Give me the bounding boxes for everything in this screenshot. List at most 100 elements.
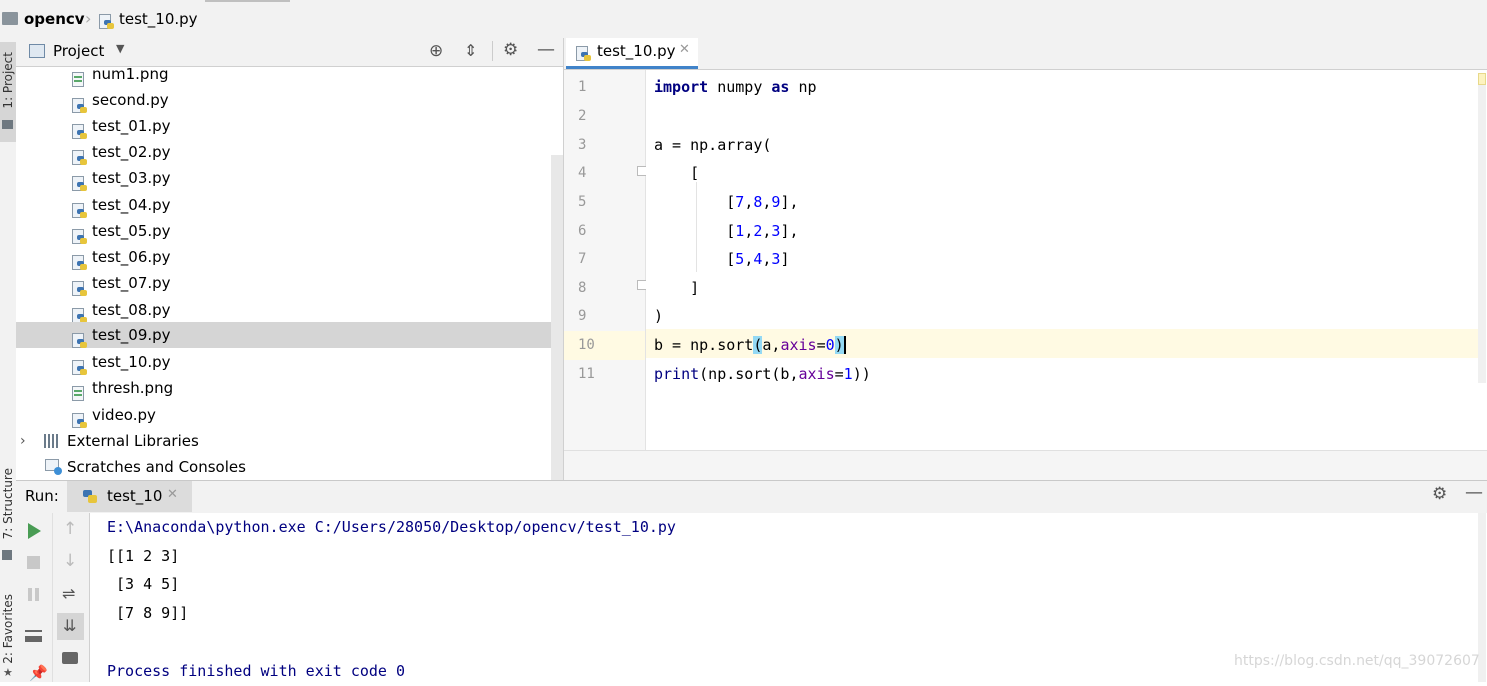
python-file-icon xyxy=(72,149,87,166)
tree-item-test09[interactable]: test_09.py xyxy=(16,322,563,348)
pin-icon[interactable]: 📌 xyxy=(29,664,48,682)
down-arrow-icon[interactable]: ↓ xyxy=(63,551,77,571)
tree-item-test01[interactable]: test_01.py xyxy=(16,113,563,139)
code-line-7: [5,4,3] xyxy=(654,250,790,268)
python-file-icon xyxy=(72,175,87,192)
code-line-5: [7,8,9], xyxy=(654,193,799,211)
gear-icon[interactable]: ⚙ xyxy=(503,40,518,60)
python-file-icon xyxy=(72,412,87,429)
run-tab-test10[interactable]: test_10 ✕ xyxy=(67,481,192,512)
tree-item-label: test_09.py xyxy=(92,326,171,344)
structure-icon xyxy=(2,550,12,560)
tree-item-label: test_05.py xyxy=(92,222,171,240)
image-file-icon xyxy=(72,71,85,88)
layout-icon[interactable] xyxy=(25,630,42,642)
code-line-3: a = np.array( xyxy=(654,136,772,154)
tree-item-label: test_04.py xyxy=(92,196,171,214)
chevron-right-icon[interactable]: › xyxy=(20,428,26,454)
console-output[interactable]: E:\Anaconda\python.exe C:/Users/28050/De… xyxy=(90,513,1487,682)
editor-bottom-area xyxy=(564,450,1487,481)
console-line: [7 8 9]] xyxy=(107,604,189,622)
tree-item-test08[interactable]: test_08.py xyxy=(16,297,563,323)
left-tool-window-strip: 1: Project 7: Structure 2: Favorites ★ xyxy=(0,38,17,682)
python-file-icon xyxy=(72,359,87,376)
code-line-11: print(np.sort(b,axis=1)) xyxy=(654,365,871,383)
pause-icon-bar xyxy=(35,588,39,601)
tree-item-scratches[interactable]: Scratches and Consoles xyxy=(16,454,563,480)
tree-item-second[interactable]: second.py xyxy=(16,87,563,113)
tree-item-test07[interactable]: test_07.py xyxy=(16,270,563,296)
close-icon[interactable]: ✕ xyxy=(679,42,690,57)
tree-item-thresh[interactable]: thresh.png xyxy=(16,375,563,401)
pause-icon[interactable] xyxy=(28,588,32,601)
tree-item-external-libraries[interactable]: › External Libraries xyxy=(16,428,563,454)
inspection-status-icon[interactable] xyxy=(1478,73,1486,85)
tree-item-num1[interactable]: num1.png xyxy=(16,67,563,87)
structure-tool-tab[interactable]: 7: Structure xyxy=(1,468,15,539)
project-tool-tab[interactable]: 1: Project xyxy=(0,42,16,142)
tree-item-label: test_01.py xyxy=(92,117,171,135)
breadcrumb-project[interactable]: opencv xyxy=(24,10,85,28)
divider xyxy=(492,41,493,61)
scroll-to-end-toggle[interactable]: ⇊ xyxy=(57,613,84,640)
python-file-icon xyxy=(72,123,87,140)
minimize-icon[interactable]: — xyxy=(537,39,555,60)
tree-item-test04[interactable]: test_04.py xyxy=(16,192,563,218)
project-tool-label: 1: Project xyxy=(1,52,15,109)
tree-item-label: num1.png xyxy=(92,67,169,83)
editor-tab-test10[interactable]: test_10.py ✕ xyxy=(566,38,698,69)
python-file-icon xyxy=(72,202,87,219)
tree-item-label: test_03.py xyxy=(92,169,171,187)
code-editor[interactable]: import numpy as np a = np.array( [ [7,8,… xyxy=(646,70,1487,450)
favorites-tool-tab[interactable]: 2: Favorites xyxy=(1,594,15,664)
python-icon xyxy=(83,489,97,506)
toolbar-divider xyxy=(205,0,290,2)
python-file-icon xyxy=(72,280,87,297)
soft-wrap-icon[interactable]: ⇌ xyxy=(62,584,75,603)
code-line-9: ) xyxy=(654,307,664,325)
tree-item-test06[interactable]: test_06.py xyxy=(16,244,563,270)
project-panel-header: Project ▼ ⊕ ⇕ ⚙ — xyxy=(16,38,563,67)
library-icon xyxy=(44,434,60,448)
close-icon[interactable]: ✕ xyxy=(167,487,178,502)
minimize-icon[interactable]: — xyxy=(1465,482,1483,503)
console-line: [[1 2 3] xyxy=(107,547,180,565)
project-tree: num1.png second.py test_01.py test_02.py… xyxy=(16,67,563,480)
tree-scrollbar[interactable] xyxy=(551,155,563,480)
tree-item-test05[interactable]: test_05.py xyxy=(16,218,563,244)
tree-item-video[interactable]: video.py xyxy=(16,402,563,428)
tree-item-test03[interactable]: test_03.py xyxy=(16,165,563,191)
editor-scrollbar[interactable] xyxy=(1478,73,1486,383)
line-number: 4 xyxy=(578,165,587,181)
rerun-icon[interactable] xyxy=(28,523,41,539)
tree-item-test02[interactable]: test_02.py xyxy=(16,139,563,165)
stop-icon[interactable] xyxy=(27,556,40,569)
line-number: 3 xyxy=(578,137,587,153)
run-panel-header: Run: test_10 ✕ ⚙ — xyxy=(16,480,1487,514)
print-icon[interactable] xyxy=(62,652,78,664)
python-file-icon xyxy=(72,332,87,349)
locate-file-icon[interactable]: ⊕ xyxy=(429,41,443,61)
tree-item-test10[interactable]: test_10.py xyxy=(16,349,563,375)
collapse-all-icon[interactable]: ⇕ xyxy=(464,41,477,60)
line-number: 8 xyxy=(578,280,587,296)
line-number: 2 xyxy=(578,108,587,124)
code-line-8: ] xyxy=(654,279,700,297)
indent-guide xyxy=(696,182,697,272)
watermark: https://blog.csdn.net/qq_39072607 xyxy=(1234,653,1480,669)
tree-item-label: video.py xyxy=(92,406,156,424)
image-file-icon xyxy=(72,385,85,402)
tree-item-label: Scratches and Consoles xyxy=(67,458,246,476)
dropdown-arrow-icon[interactable]: ▼ xyxy=(116,42,124,55)
project-view-title[interactable]: Project xyxy=(53,42,104,60)
tree-item-label: thresh.png xyxy=(92,379,174,397)
line-number: 6 xyxy=(578,223,587,239)
breadcrumb-file[interactable]: test_10.py xyxy=(119,10,198,28)
up-arrow-icon[interactable]: ↑ xyxy=(63,519,77,539)
gear-icon[interactable]: ⚙ xyxy=(1432,484,1447,504)
navigation-bar: opencv › test_10.py xyxy=(0,0,1487,39)
folder-icon xyxy=(2,120,13,129)
editor-tab-bar: test_10.py ✕ xyxy=(564,38,1487,70)
tree-item-label: test_06.py xyxy=(92,248,171,266)
run-label: Run: xyxy=(25,487,59,505)
